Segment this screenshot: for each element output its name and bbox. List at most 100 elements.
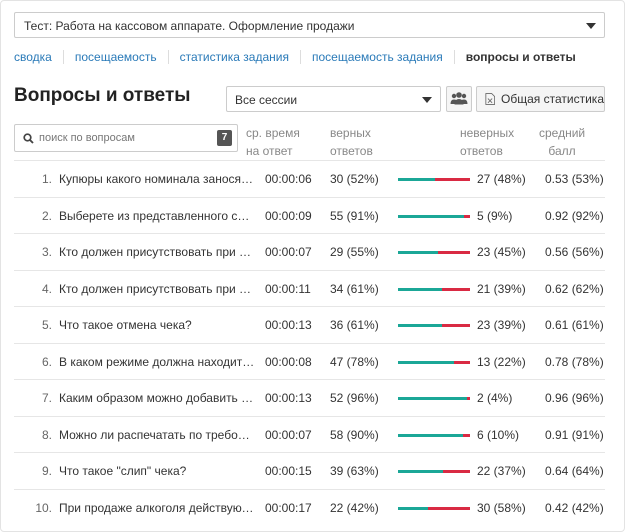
answer-ratio-bar [398,287,470,291]
chevron-down-icon [586,23,596,29]
correct-ratio-fill [398,433,463,437]
question-text[interactable]: Кто должен присутствовать при оформлении… [59,271,255,307]
test-select-value: Тест: Работа на кассовом аппарате. Оформ… [24,19,355,33]
tab-questions-answers[interactable]: вопросы и ответы [455,50,587,64]
table-row[interactable]: 10. При продаже алкоголя действуют какие…… [14,488,605,526]
answer-ratio-bar [398,178,470,181]
avg-answer-time: 00:00:08 [265,354,312,369]
chevron-down-icon [422,97,432,103]
correct-answers: 29 (55%) [330,245,379,259]
group-filter-button[interactable] [446,86,472,112]
avg-answer-time: 00:00:11 [265,281,311,296]
wrong-answers: 22 (37%) [477,464,526,478]
table-row[interactable]: 3. Кто должен присутствовать при оформлен… [14,233,605,270]
correct-ratio-fill [398,470,444,473]
question-text[interactable]: Можно ли распечатать по требованию… [59,417,255,453]
search-input[interactable] [39,130,209,146]
avg-answer-time: 00:00:07 [265,427,312,442]
average-score: 0.56 (56%) [545,245,604,259]
wrong-answers: 6 (10%) [477,427,520,442]
correct-answers: 39 (63%) [330,464,379,478]
question-number: 7. [41,391,52,405]
question-number: 8. [41,427,52,442]
correct-answers: 58 (90%) [330,427,379,442]
average-score: 0.91 (91%) [545,427,604,442]
report-tabs: сводка посещаемость статистика задания п… [14,49,587,65]
tab-task-attendance[interactable]: посещаемость задания [301,50,455,64]
question-text[interactable]: Что такое "слип" чека? [59,453,255,489]
average-score: 0.53 (53%) [545,172,604,186]
correct-answers: 55 (91%) [330,208,379,223]
question-number: 9. [41,464,52,478]
avg-answer-time: 00:00:17 [265,500,312,515]
wrong-answers: 21 (39%) [477,281,526,296]
correct-ratio-fill [398,287,442,291]
question-number: 2. [41,208,52,223]
questions-table: 1. Купюры какого номинала заносят в кассу… [14,160,605,525]
correct-ratio-fill [398,178,436,181]
correct-answers: 47 (78%) [330,354,379,369]
table-row[interactable]: 8. Можно ли распечатать по требованию… 00:… [14,415,605,453]
answer-ratio-bar [398,470,470,473]
average-score: 0.78 (78%) [545,354,604,369]
column-header-correct[interactable]: верных ответов [330,124,373,160]
correct-ratio-fill [398,360,455,364]
session-select[interactable]: Все сессии [226,86,441,112]
average-score: 0.92 (92%) [545,208,604,223]
question-count-badge: 7 [217,130,232,146]
answer-ratio-bar [398,324,470,327]
wrong-answers: 27 (48%) [477,172,526,186]
wrong-answers: 2 (4%) [477,391,513,405]
average-score: 0.61 (61%) [545,318,604,332]
question-text[interactable]: Каким образом можно добавить позицию… [59,380,255,416]
tab-attendance[interactable]: посещаемость [64,50,169,64]
question-number: 10. [35,500,52,515]
column-header-wrong[interactable]: неверных ответов [460,124,514,160]
document-icon [485,93,496,105]
question-text[interactable]: В каком режиме должна находиться касса… [59,344,255,380]
question-text[interactable]: Что такое отмена чека? [59,307,255,343]
table-row[interactable]: 2. Выберете из представленного списка… 00:… [14,196,605,234]
tab-summary[interactable]: сводка [14,50,64,64]
test-select[interactable]: Тест: Работа на кассовом аппарате. Оформ… [14,12,605,38]
average-score: 0.64 (64%) [545,464,604,478]
correct-answers: 36 (61%) [330,318,379,332]
correct-ratio-fill [398,506,429,510]
avg-answer-time: 00:00:13 [265,391,312,405]
correct-answers: 22 (42%) [330,500,379,515]
question-number: 5. [41,318,52,332]
wrong-answers: 5 (9%) [477,208,513,223]
question-number: 6. [41,354,52,369]
correct-ratio-fill [398,214,464,218]
search-icon [23,133,34,144]
correct-answers: 34 (61%) [330,281,379,296]
page-title: Вопросы и ответы [14,85,191,106]
general-statistics-button[interactable]: Общая статистика [476,86,605,112]
users-icon [450,92,468,105]
column-header-avg-score[interactable]: средний балл [539,124,585,160]
average-score: 0.42 (42%) [545,500,604,515]
table-row[interactable]: 5. Что такое отмена чека? 00:00:13 36 (61%)… [14,306,605,343]
answer-ratio-bar [398,360,470,364]
average-score: 0.96 (96%) [545,391,604,405]
question-text[interactable]: Кто должен присутствовать при оформлении… [59,234,255,270]
question-number: 3. [41,245,52,259]
table-row[interactable]: 1. Купюры какого номинала заносят в кассу… [14,160,605,197]
answer-ratio-bar [398,214,470,218]
question-text[interactable]: При продаже алкоголя действуют какие… [59,490,255,526]
answer-ratio-bar [398,506,470,510]
answer-ratio-bar [398,251,470,254]
correct-ratio-fill [398,397,468,400]
answer-ratio-bar [398,433,470,437]
table-row[interactable]: 6. В каком режиме должна находиться касса… [14,342,605,380]
table-row[interactable]: 9. Что такое "слип" чека? 00:00:15 39 (63%)… [14,452,605,489]
question-number: 4. [41,281,52,296]
column-header-avg-time[interactable]: ср. время на ответ [246,124,300,160]
question-search: 7 [14,124,238,152]
question-text[interactable]: Выберете из представленного списка… [59,198,255,234]
table-row[interactable]: 7. Каким образом можно добавить позицию… 0… [14,379,605,416]
avg-answer-time: 00:00:09 [265,208,312,223]
tab-task-statistics[interactable]: статистика задания [169,50,301,64]
question-text[interactable]: Купюры какого номинала заносят в кассу… [59,161,255,197]
table-row[interactable]: 4. Кто должен присутствовать при оформлен… [14,269,605,307]
